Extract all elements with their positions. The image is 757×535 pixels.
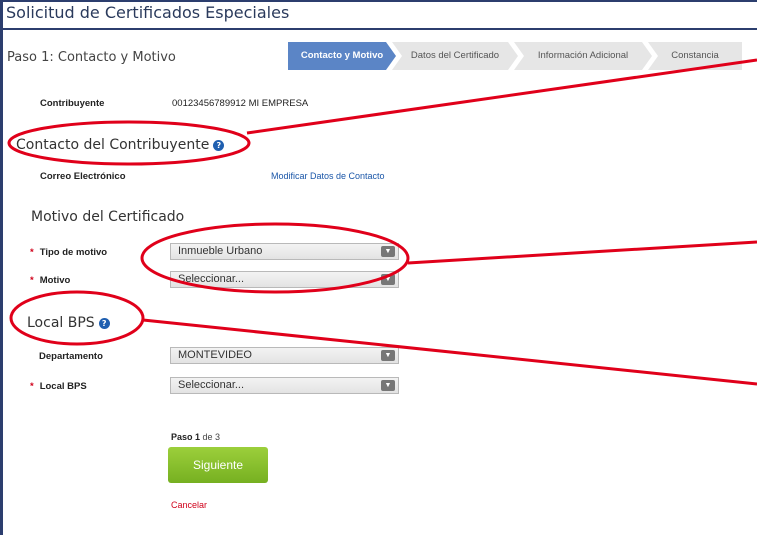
window-top-border bbox=[0, 0, 757, 2]
motivo-value: Seleccionar... bbox=[178, 273, 245, 285]
contacto-heading: Contacto del Contribuyente? bbox=[16, 137, 225, 153]
title-divider bbox=[3, 28, 757, 30]
step-pager: Paso 1 de 3 bbox=[171, 432, 220, 442]
step-informacion-adicional[interactable]: Información Adicional bbox=[514, 42, 652, 70]
help-icon[interactable]: ? bbox=[98, 317, 110, 329]
tipo-motivo-label: * Tipo de motivo bbox=[30, 247, 107, 258]
required-asterisk: * bbox=[30, 381, 34, 392]
wizard-stepper: Contacto y Motivo Datos del Certificado … bbox=[288, 42, 742, 70]
step-title: Paso 1: Contacto y Motivo bbox=[7, 50, 176, 65]
local-bps-label: * Local BPS bbox=[30, 381, 87, 392]
modify-contact-link[interactable]: Modificar Datos de Contacto bbox=[271, 171, 385, 181]
local-bps-label-text: Local BPS bbox=[39, 381, 87, 392]
step-contacto-y-motivo[interactable]: Contacto y Motivo bbox=[288, 42, 396, 70]
email-label: Correo Electrónico bbox=[40, 171, 126, 182]
annotation-overlay bbox=[7, 58, 757, 386]
tipo-motivo-value: Inmueble Urbano bbox=[178, 245, 263, 257]
chevron-down-icon: ▼ bbox=[381, 274, 395, 285]
motivo-label-text: Motivo bbox=[39, 275, 71, 286]
step-constancia[interactable]: Constancia bbox=[648, 42, 742, 70]
next-button[interactable]: Siguiente bbox=[168, 447, 268, 483]
page-title: Solicitud de Certificados Especiales bbox=[6, 3, 290, 22]
step-datos-del-certificado[interactable]: Datos del Certificado bbox=[392, 42, 518, 70]
chevron-down-icon: ▼ bbox=[381, 350, 395, 361]
annotation-line-motivo bbox=[407, 240, 757, 265]
departamento-select[interactable]: MONTEVIDEO ▼ bbox=[170, 347, 399, 364]
local-heading-text: Local BPS bbox=[27, 315, 95, 331]
annotation-line-contacto bbox=[246, 58, 757, 135]
tipo-motivo-select[interactable]: Inmueble Urbano ▼ bbox=[170, 243, 399, 260]
help-icon[interactable]: ? bbox=[213, 139, 225, 151]
tipo-motivo-label-text: Tipo de motivo bbox=[39, 247, 108, 258]
contribuyente-label: Contribuyente bbox=[40, 98, 105, 109]
departamento-value: MONTEVIDEO bbox=[178, 349, 252, 361]
chevron-down-icon: ▼ bbox=[381, 246, 395, 257]
local-bps-select[interactable]: Seleccionar... ▼ bbox=[170, 377, 399, 394]
pager-prefix: Paso bbox=[171, 432, 196, 442]
contacto-heading-text: Contacto del Contribuyente bbox=[16, 137, 210, 153]
window-left-border bbox=[0, 0, 3, 535]
cancel-link[interactable]: Cancelar bbox=[171, 500, 207, 510]
local-bps-value: Seleccionar... bbox=[178, 379, 245, 391]
chevron-down-icon: ▼ bbox=[381, 380, 395, 391]
pager-suffix: de 3 bbox=[200, 432, 221, 442]
motivo-select[interactable]: Seleccionar... ▼ bbox=[170, 271, 399, 288]
required-asterisk: * bbox=[30, 247, 34, 258]
required-asterisk: * bbox=[30, 275, 34, 286]
local-heading: Local BPS? bbox=[27, 315, 110, 331]
motivo-heading: Motivo del Certificado bbox=[31, 209, 185, 225]
contribuyente-value: 00123456789912 MI EMPRESA bbox=[172, 98, 309, 109]
departamento-label: Departamento bbox=[39, 351, 103, 362]
motivo-label: * Motivo bbox=[30, 275, 70, 286]
